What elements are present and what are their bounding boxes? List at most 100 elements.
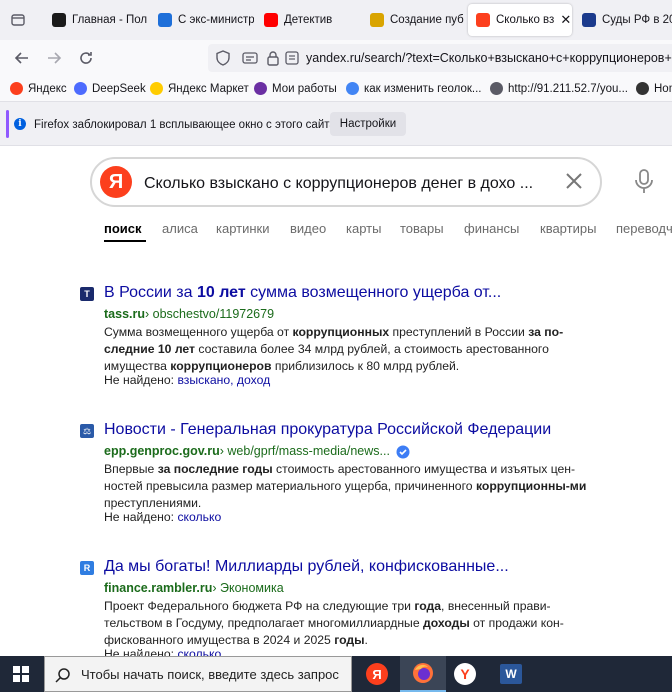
p-icon <box>158 13 172 27</box>
result-url[interactable]: finance.rambler.ru › Экономика <box>104 581 284 595</box>
tab[interactable]: Суды РФ в 20 <box>574 4 672 36</box>
search-result: R Да мы богаты! Миллиарды рублей, конфиск… <box>80 558 600 668</box>
result-path[interactable]: › web/gprf/mass-media/news... <box>220 444 390 458</box>
settings-button[interactable]: Настройки <box>330 112 406 136</box>
bookmark-item[interactable]: Яндекс <box>10 82 67 95</box>
not-found-label: Не найдено: <box>104 510 178 524</box>
snippet-fragment: коррупционны-ми <box>475 479 587 493</box>
lock-icon[interactable] <box>266 50 280 71</box>
notification-message: Firefox заблокировал 1 всплывающее окно … <box>34 119 339 131</box>
bookmark-label: Яндекс Маркет <box>168 82 249 95</box>
service-tab[interactable]: товары <box>400 221 444 236</box>
snippet-fragment: Сумма возмещенного ущерба от <box>104 325 293 339</box>
yandex-browser-icon[interactable]: Я <box>354 656 400 692</box>
result-domain[interactable]: finance.rambler.ru <box>104 581 212 595</box>
forward-icon[interactable] <box>44 48 64 68</box>
site-favicon-icon: R <box>80 561 94 575</box>
search-input[interactable]: Сколько взыскано с коррупционеров денег … <box>144 175 554 193</box>
yandex-icon[interactable]: Y <box>442 656 488 692</box>
back-icon[interactable] <box>12 48 32 68</box>
tab[interactable]: Главная - Пол <box>44 4 148 36</box>
result-title-link[interactable]: Да мы богаты! Миллиарды рублей, конфиско… <box>104 558 509 576</box>
tab[interactable]: Сколько вз ✕ <box>468 4 572 36</box>
service-tab[interactable]: финансы <box>464 221 519 236</box>
bookmark-item[interactable]: Мои работы <box>254 82 337 95</box>
result-domain[interactable]: epp.genproc.gov.ru <box>104 444 220 458</box>
result-url[interactable]: tass.ru › obschestvo/11972679 <box>104 307 274 321</box>
site-favicon-icon: ⚖ <box>80 424 94 438</box>
bookmark-label: DeepSeek <box>92 82 146 95</box>
bookmark-label: Яндекс <box>28 82 67 95</box>
bookmark-item[interactable]: Яндекс Маркет <box>150 82 249 95</box>
title-fragment: В России за <box>104 284 197 301</box>
result-url[interactable]: epp.genproc.gov.ru › web/gprf/mass-media… <box>104 444 410 459</box>
joomla-icon <box>52 13 66 27</box>
taskbar-search-box[interactable]: Чтобы начать поиск, введите здесь запрос <box>44 656 352 692</box>
tab-list-icon[interactable] <box>8 10 28 30</box>
not-found-line: Не найдено: сколько <box>104 510 221 524</box>
notification-accent <box>6 110 9 138</box>
u-icon <box>254 82 267 95</box>
reader-icon[interactable] <box>284 50 300 71</box>
yandex-icon <box>10 82 23 95</box>
service-tab[interactable]: видео <box>290 221 326 236</box>
tab[interactable]: С экс-министр <box>150 4 254 36</box>
taskbar-search-placeholder[interactable]: Чтобы начать поиск, введите здесь запрос <box>81 667 339 682</box>
result-snippet: Проект Федерального бюджета РФ на следую… <box>104 598 592 649</box>
reload-icon[interactable] <box>76 48 96 68</box>
bookmark-label: Hom <box>654 82 672 95</box>
search-box[interactable]: Я Сколько взыскано с коррупционеров дене… <box>90 157 602 207</box>
snippet-fragment: Впервые <box>104 462 158 476</box>
bookmark-label: как изменить геолок... <box>364 82 482 95</box>
yandex-icon <box>476 13 490 27</box>
bookmark-item[interactable]: http://91.211.52.7/you... <box>490 82 628 95</box>
permissions-icon[interactable] <box>242 50 258 71</box>
result-path[interactable]: › obschestvo/11972679 <box>145 307 274 321</box>
windows-start-icon[interactable] <box>13 666 29 682</box>
service-tab[interactable]: картинки <box>216 221 270 236</box>
title-fragment: сумма возмещенного ущерба от... <box>245 284 502 301</box>
tab-title: Суды РФ в 20 <box>602 14 672 26</box>
firefox-icon[interactable] <box>400 656 446 692</box>
result-title-link[interactable]: В России за 10 лет сумма возмещенного ущ… <box>104 284 501 302</box>
verified-badge-icon <box>390 444 410 459</box>
snippet-fragment: года <box>414 599 442 613</box>
url-bar[interactable]: yandex.ru/search/?text=Сколько+взыскано+… <box>208 44 672 72</box>
result-title-link[interactable]: Новости - Генеральная прокуратура Россий… <box>104 421 551 439</box>
service-tab[interactable]: карты <box>346 221 381 236</box>
bookmark-item[interactable]: как изменить геолок... <box>346 82 481 95</box>
service-tab[interactable]: переводч <box>616 221 672 236</box>
not-found-words-link[interactable]: сколько <box>177 510 221 524</box>
deepseek-icon <box>74 82 87 95</box>
shield-icon[interactable] <box>216 50 230 71</box>
snippet-fragment: преступлениями. <box>104 496 202 510</box>
close-tab-icon[interactable]: ✕ <box>560 12 571 28</box>
not-found-label: Не найдено: <box>104 373 178 387</box>
search-icon <box>55 667 71 688</box>
bookmark-item[interactable]: Hom <box>636 82 672 95</box>
clear-icon[interactable] <box>562 169 586 193</box>
not-found-words-link[interactable]: взыскано, доход <box>177 373 270 387</box>
word-icon[interactable]: W <box>488 656 534 692</box>
windows-taskbar: Чтобы начать поиск, введите здесь запрос… <box>0 656 672 692</box>
youtube-icon <box>264 13 278 27</box>
microphone-icon[interactable] <box>632 168 656 196</box>
service-tab[interactable]: поиск <box>104 221 142 236</box>
market-icon <box>150 82 163 95</box>
bookmark-label: http://91.211.52.7/you... <box>508 82 628 95</box>
service-tab[interactable]: алиса <box>162 221 198 236</box>
bookmark-item[interactable]: DeepSeek <box>74 82 146 95</box>
tab[interactable]: Детектив <box>256 4 360 36</box>
service-tab[interactable]: квартиры <box>540 221 596 236</box>
active-service-underline <box>104 240 146 242</box>
tab-bar: Главная - Пол С экс-министр Детектив Создан… <box>0 0 672 40</box>
snippet-fragment: Проект Федерального бюджета РФ на следую… <box>104 599 415 613</box>
url-text[interactable]: yandex.ru/search/?text=Сколько+взыскано+… <box>306 51 672 65</box>
tab[interactable]: Создание пуб <box>362 4 466 36</box>
result-domain[interactable]: tass.ru <box>104 307 145 321</box>
site-favicon-icon: T <box>80 287 94 301</box>
result-path[interactable]: › Экономика <box>212 581 283 595</box>
tab-title: Сколько вз <box>496 14 555 26</box>
tab-title: Создание пуб <box>390 14 464 26</box>
yandex-logo-icon[interactable]: Я <box>100 166 132 198</box>
